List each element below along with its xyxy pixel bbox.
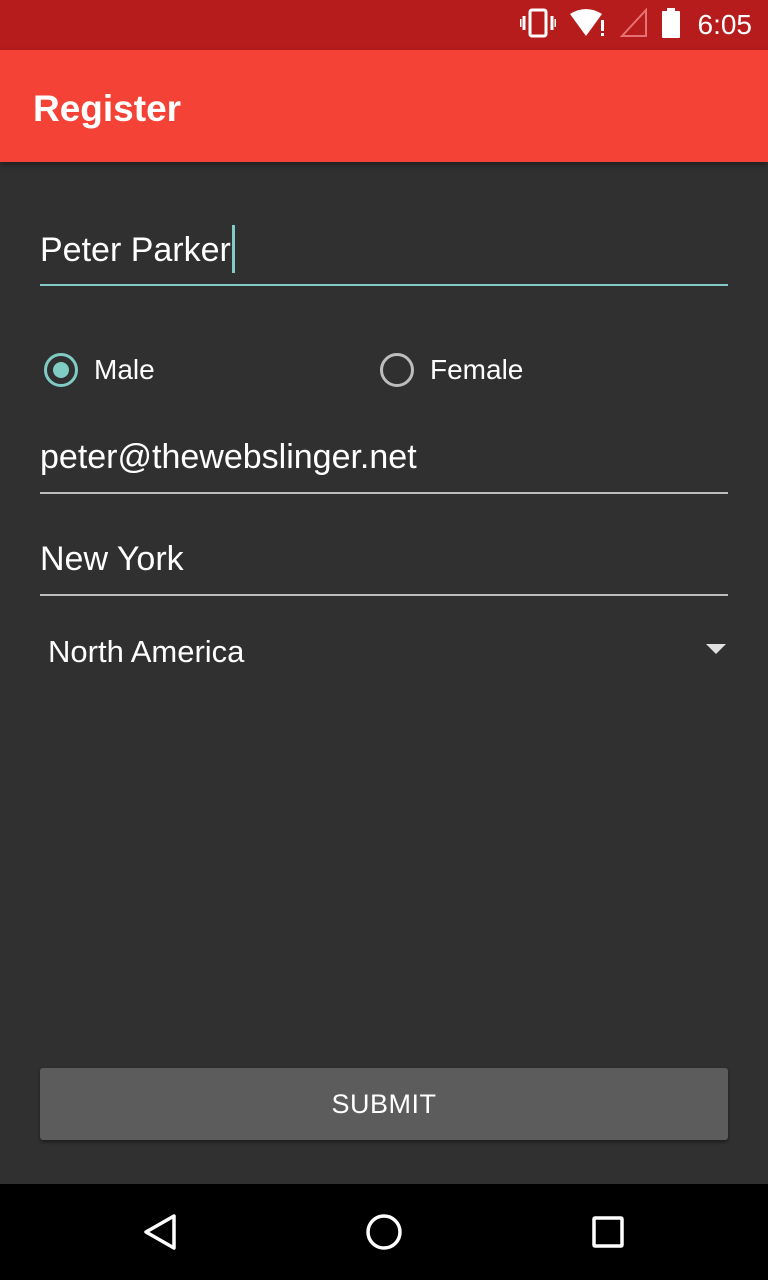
dropdown-arrow-icon[interactable] (706, 644, 726, 654)
wifi-alert-icon (569, 8, 606, 43)
battery-icon (661, 7, 680, 43)
radio-female-label: Female (430, 354, 524, 385)
email-field-value: peter@thewebslinger.net (40, 438, 417, 476)
status-icons: 6:05 (519, 0, 753, 50)
navigation-bar (0, 1184, 768, 1280)
name-field-value: Peter Parker (40, 230, 231, 269)
signal-icon (619, 6, 648, 43)
city-field[interactable]: New York (40, 536, 728, 598)
vibrate-icon (519, 8, 556, 43)
register-form: Peter Parker Male Female peter@thewebsli… (0, 162, 768, 1184)
page-title: Register (33, 88, 182, 129)
status-time: 6:05 (697, 9, 753, 40)
home-icon[interactable] (364, 1212, 404, 1252)
city-field-value: New York (40, 540, 184, 578)
radio-unchecked-icon[interactable] (380, 353, 414, 387)
back-icon[interactable] (140, 1212, 180, 1252)
city-field-underline (40, 594, 728, 596)
app-bar: Register (0, 50, 768, 162)
region-dropdown-value: North America (48, 634, 245, 669)
email-field-underline (40, 492, 728, 494)
recents-icon[interactable] (588, 1212, 628, 1252)
region-dropdown[interactable]: North America (48, 630, 728, 674)
status-bar: 6:05 (0, 0, 768, 50)
gender-radio-group: Male Female (44, 348, 744, 392)
name-field[interactable]: Peter Parker (40, 222, 728, 288)
text-cursor (231, 225, 235, 273)
radio-female[interactable]: Female (380, 348, 523, 392)
radio-male-label: Male (94, 354, 155, 385)
submit-button[interactable]: SUBMIT (40, 1068, 728, 1140)
radio-male[interactable]: Male (44, 348, 155, 392)
radio-checked-icon[interactable] (44, 353, 78, 387)
name-field-underline (40, 284, 728, 286)
email-field[interactable]: peter@thewebslinger.net (40, 432, 728, 496)
